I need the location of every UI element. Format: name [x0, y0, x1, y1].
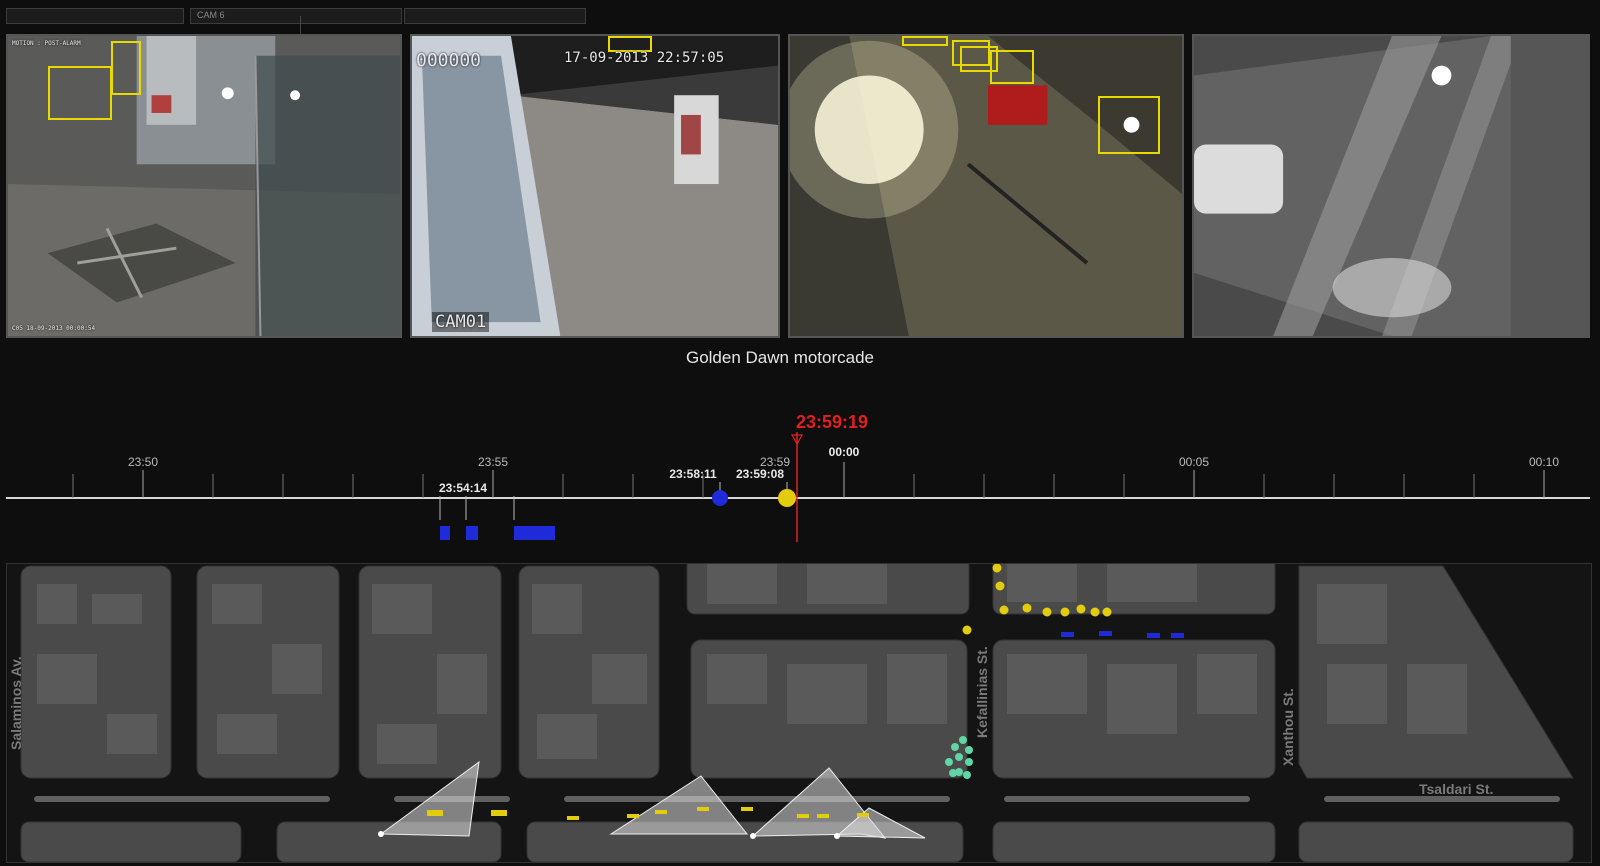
strip-segment-label: CAM 6: [197, 10, 225, 20]
event-time-label: 23:58:11: [669, 467, 717, 481]
street-label: Tsaldari St.: [1419, 781, 1493, 797]
camera-4-scene: [1194, 36, 1588, 336]
map-svg: Salaminos Av. Kefallinias St. Xanthou St…: [8, 564, 1574, 862]
strip-segment-3[interactable]: [404, 8, 586, 24]
street-label: Kefallinias St.: [974, 646, 990, 738]
detection-box: [1098, 96, 1160, 154]
camera-feed-1[interactable]: MOTION : POST-ALARM C05 18-09-2013 00:00…: [6, 34, 402, 338]
tick-label: 00:10: [1529, 455, 1559, 469]
street-label: Xanthou St.: [1280, 688, 1296, 766]
frame-counter: 000000: [416, 50, 482, 71]
tick-label: 23:50: [128, 455, 158, 469]
camera-id-label: CAM01: [432, 312, 490, 332]
detection-box: [111, 41, 141, 95]
camera-feed-3[interactable]: [788, 34, 1184, 338]
camera-timestamp: 17-09-2013 22:57:05: [564, 50, 725, 66]
detection-box: [48, 66, 112, 120]
tick-label: 00:00: [829, 445, 860, 459]
activity-block[interactable]: [466, 526, 478, 540]
street-map[interactable]: Salaminos Av. Kefallinias St. Xanthou St…: [6, 563, 1592, 863]
event-dot-yellow[interactable]: [778, 489, 796, 507]
activity-block[interactable]: [514, 526, 555, 540]
tick-label: 00:05: [1179, 455, 1209, 469]
event-time-label: 23:54:14: [439, 481, 487, 495]
detection-box: [902, 36, 948, 46]
police-markers: [1061, 631, 1184, 638]
event-time-label: 23:59:08: [736, 467, 784, 481]
timeline-svg: 23:50 23:55 23:59 00:00 00:05 00:10 23:5…: [6, 412, 1590, 542]
camera-3-scene: [790, 36, 1182, 336]
camera-2-scene: [412, 36, 778, 336]
timeline[interactable]: 23:50 23:55 23:59 00:00 00:05 00:10 23:5…: [0, 410, 1600, 560]
current-time-label: 23:59:19: [796, 412, 868, 432]
strip-connector: [300, 16, 301, 34]
motion-status-text: MOTION : POST-ALARM: [12, 40, 81, 47]
strip-segment-cam6[interactable]: CAM 6: [190, 8, 402, 24]
tick-label: 23:55: [478, 455, 508, 469]
camera-feed-4[interactable]: [1192, 34, 1590, 338]
strip-segment-1[interactable]: [6, 8, 184, 24]
event-dot-blue[interactable]: [712, 490, 728, 506]
detection-box: [990, 50, 1034, 84]
camera-feed-2[interactable]: 000000 17-09-2013 22:57:05 CAM01: [410, 34, 780, 338]
camera-selector-strip: CAM 6: [6, 8, 586, 24]
street-label: Salaminos Av.: [8, 656, 24, 750]
camera-footer-text: C05 18-09-2013 00:00:54: [12, 325, 96, 332]
activity-block[interactable]: [440, 526, 450, 540]
feeds-caption: Golden Dawn motorcade: [685, 348, 875, 367]
